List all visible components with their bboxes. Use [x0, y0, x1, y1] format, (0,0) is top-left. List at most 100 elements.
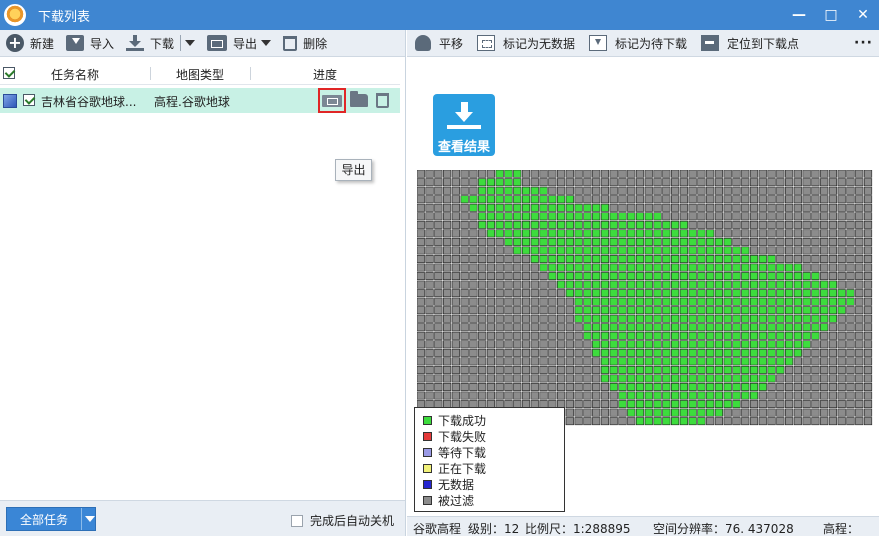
tile-success[interactable]: [609, 306, 618, 315]
tile-filtered[interactable]: [443, 280, 452, 289]
tile-success[interactable]: [714, 297, 724, 306]
tile-filtered[interactable]: [504, 374, 513, 383]
tile-filtered[interactable]: [434, 280, 443, 289]
tile-success[interactable]: [635, 314, 645, 323]
tile-success[interactable]: [688, 306, 697, 315]
tile-filtered[interactable]: [855, 297, 864, 306]
tile-filtered[interactable]: [793, 408, 802, 417]
tile-success[interactable]: [688, 417, 697, 426]
tile-filtered[interactable]: [425, 246, 434, 255]
tile-success[interactable]: [758, 297, 767, 306]
tile-success[interactable]: [706, 408, 715, 417]
tile-filtered[interactable]: [802, 383, 811, 391]
tile-filtered[interactable]: [828, 417, 838, 426]
tile-success[interactable]: [679, 374, 688, 383]
tile-success[interactable]: [618, 272, 627, 281]
tile-success[interactable]: [767, 306, 776, 315]
tile-filtered[interactable]: [679, 170, 688, 178]
tile-success[interactable]: [618, 357, 627, 366]
tile-filtered[interactable]: [837, 331, 846, 340]
tile-success[interactable]: [627, 272, 636, 281]
tile-filtered[interactable]: [635, 203, 645, 212]
tile-filtered[interactable]: [434, 263, 443, 272]
tile-success[interactable]: [609, 289, 618, 298]
tile-success[interactable]: [592, 340, 601, 349]
tile-filtered[interactable]: [811, 203, 820, 212]
tile-success[interactable]: [644, 306, 653, 315]
tile-filtered[interactable]: [785, 365, 794, 374]
tile-filtered[interactable]: [828, 263, 838, 272]
tile-success[interactable]: [723, 246, 732, 255]
header-progress[interactable]: 进度: [313, 66, 337, 83]
tile-filtered[interactable]: [802, 348, 811, 357]
tile-success[interactable]: [521, 220, 531, 229]
tile-success[interactable]: [609, 357, 618, 366]
tile-success[interactable]: [583, 212, 592, 221]
tile-filtered[interactable]: [758, 220, 767, 229]
tile-success[interactable]: [723, 391, 732, 400]
tile-success[interactable]: [723, 374, 732, 383]
tile-filtered[interactable]: [828, 374, 838, 383]
tile-filtered[interactable]: [417, 340, 425, 349]
tile-success[interactable]: [521, 229, 531, 238]
tile-filtered[interactable]: [635, 195, 645, 204]
tile-filtered[interactable]: [478, 170, 487, 178]
tile-success[interactable]: [653, 408, 662, 417]
tile-filtered[interactable]: [425, 365, 434, 374]
tile-filtered[interactable]: [618, 408, 627, 417]
tile-filtered[interactable]: [478, 297, 487, 306]
tile-filtered[interactable]: [583, 417, 592, 426]
auto-shutdown-checkbox[interactable]: [291, 514, 303, 527]
tile-success[interactable]: [653, 297, 662, 306]
tile-success[interactable]: [671, 357, 680, 366]
tile-success[interactable]: [767, 314, 776, 323]
tile-filtered[interactable]: [592, 178, 601, 187]
tile-filtered[interactable]: [451, 365, 460, 374]
tile-success[interactable]: [539, 186, 548, 195]
tile-filtered[interactable]: [863, 297, 873, 306]
tile-filtered[interactable]: [425, 340, 434, 349]
tile-filtered[interactable]: [583, 348, 592, 357]
tile-success[interactable]: [600, 348, 610, 357]
tile-success[interactable]: [592, 348, 601, 357]
tile-filtered[interactable]: [758, 178, 767, 187]
tile-filtered[interactable]: [837, 408, 846, 417]
tile-filtered[interactable]: [811, 220, 820, 229]
tile-filtered[interactable]: [434, 297, 443, 306]
tile-filtered[interactable]: [706, 203, 715, 212]
tile-filtered[interactable]: [776, 212, 785, 221]
tile-filtered[interactable]: [513, 348, 522, 357]
tile-filtered[interactable]: [451, 289, 460, 298]
tile-filtered[interactable]: [609, 391, 618, 400]
tile-filtered[interactable]: [793, 374, 802, 383]
tile-success[interactable]: [671, 331, 680, 340]
tile-filtered[interactable]: [776, 203, 785, 212]
tile-filtered[interactable]: [530, 340, 539, 349]
tile-filtered[interactable]: [521, 314, 531, 323]
tile-filtered[interactable]: [635, 178, 645, 187]
tile-filtered[interactable]: [697, 212, 706, 221]
tile-success[interactable]: [574, 220, 583, 229]
tile-filtered[interactable]: [749, 220, 759, 229]
tile-success[interactable]: [714, 408, 724, 417]
tile-filtered[interactable]: [486, 170, 496, 178]
tile-success[interactable]: [671, 340, 680, 349]
tile-success[interactable]: [600, 272, 610, 281]
tile-filtered[interactable]: [863, 383, 873, 391]
tile-success[interactable]: [671, 365, 680, 374]
tile-filtered[interactable]: [793, 195, 802, 204]
tile-filtered[interactable]: [469, 306, 478, 315]
tile-filtered[interactable]: [583, 391, 592, 400]
tile-filtered[interactable]: [417, 280, 425, 289]
tile-success[interactable]: [583, 263, 592, 272]
tile-success[interactable]: [706, 255, 715, 263]
tile-filtered[interactable]: [767, 237, 776, 246]
tile-filtered[interactable]: [618, 203, 627, 212]
tile-filtered[interactable]: [820, 186, 829, 195]
tile-success[interactable]: [635, 374, 645, 383]
tile-success[interactable]: [767, 331, 776, 340]
tile-filtered[interactable]: [609, 195, 618, 204]
tile-filtered[interactable]: [574, 417, 583, 426]
tile-filtered[interactable]: [451, 255, 460, 263]
tile-filtered[interactable]: [653, 203, 662, 212]
